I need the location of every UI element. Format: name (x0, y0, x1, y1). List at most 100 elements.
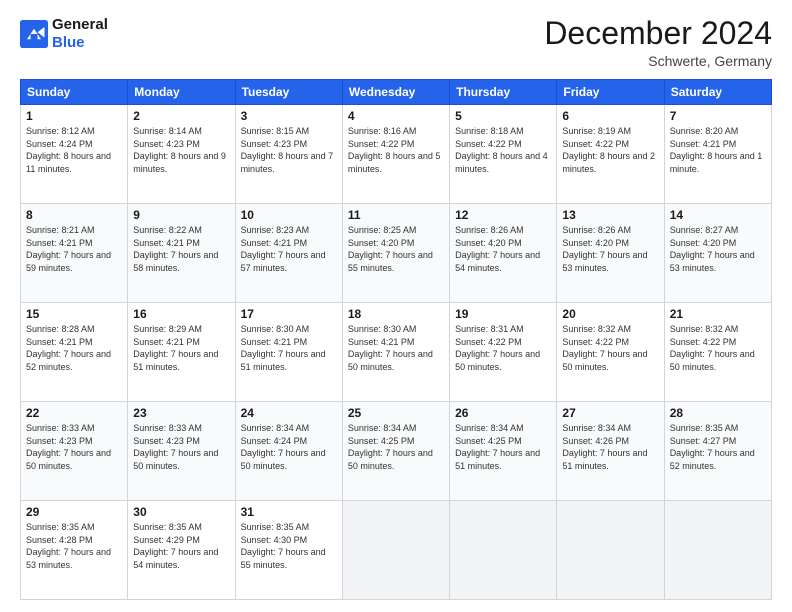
calendar-day-cell: 28 Sunrise: 8:35 AMSunset: 4:27 PMDayligh… (664, 402, 771, 501)
subtitle: Schwerte, Germany (544, 53, 772, 69)
calendar-day-cell: 20 Sunrise: 8:32 AMSunset: 4:22 PMDayligh… (557, 303, 664, 402)
day-number: 7 (670, 109, 766, 123)
title-block: December 2024 Schwerte, Germany (544, 16, 772, 69)
day-info: Sunrise: 8:35 AMSunset: 4:27 PMDaylight:… (670, 422, 766, 472)
day-number: 6 (562, 109, 658, 123)
day-number: 14 (670, 208, 766, 222)
day-number: 19 (455, 307, 551, 321)
main-title: December 2024 (544, 16, 772, 51)
logo-text: General Blue (52, 16, 108, 52)
calendar-day-cell: 15Sunrise: 8:28 AMSunset: 4:21 PMDayligh… (21, 303, 128, 402)
calendar-day-cell: 1Sunrise: 8:12 AMSunset: 4:24 PMDaylight… (21, 105, 128, 204)
day-info: Sunrise: 8:12 AMSunset: 4:24 PMDaylight:… (26, 125, 122, 175)
day-info: Sunrise: 8:34 AMSunset: 4:24 PMDaylight:… (241, 422, 337, 472)
page: General Blue December 2024 Schwerte, Ger… (0, 0, 792, 612)
day-number: 18 (348, 307, 444, 321)
day-number: 26 (455, 406, 551, 420)
calendar-day-cell (664, 501, 771, 600)
day-info: Sunrise: 8:19 AMSunset: 4:22 PMDaylight:… (562, 125, 658, 175)
day-number: 29 (26, 505, 122, 519)
day-number: 2 (133, 109, 229, 123)
day-number: 16 (133, 307, 229, 321)
weekday-header-cell: Thursday (450, 80, 557, 105)
weekday-header-cell: Monday (128, 80, 235, 105)
logo: General Blue (20, 16, 108, 52)
day-info: Sunrise: 8:15 AMSunset: 4:23 PMDaylight:… (241, 125, 337, 175)
day-info: Sunrise: 8:22 AMSunset: 4:21 PMDaylight:… (133, 224, 229, 274)
day-info: Sunrise: 8:34 AMSunset: 4:25 PMDaylight:… (455, 422, 551, 472)
calendar-day-cell: 14 Sunrise: 8:27 AMSunset: 4:20 PMDayligh… (664, 204, 771, 303)
day-info: Sunrise: 8:32 AMSunset: 4:22 PMDaylight:… (670, 323, 766, 373)
day-info: Sunrise: 8:21 AMSunset: 4:21 PMDaylight:… (26, 224, 122, 274)
calendar-week-row: 22Sunrise: 8:33 AMSunset: 4:23 PMDayligh… (21, 402, 772, 501)
day-info: Sunrise: 8:14 AMSunset: 4:23 PMDaylight:… (133, 125, 229, 175)
calendar-day-cell: 30 Sunrise: 8:35 AMSunset: 4:29 PMDayligh… (128, 501, 235, 600)
calendar-day-cell: 27 Sunrise: 8:34 AMSunset: 4:26 PMDayligh… (557, 402, 664, 501)
weekday-header-cell: Saturday (664, 80, 771, 105)
day-number: 5 (455, 109, 551, 123)
day-number: 23 (133, 406, 229, 420)
day-info: Sunrise: 8:35 AMSunset: 4:28 PMDaylight:… (26, 521, 122, 571)
day-info: Sunrise: 8:31 AMSunset: 4:22 PMDaylight:… (455, 323, 551, 373)
day-number: 31 (241, 505, 337, 519)
weekday-header-cell: Wednesday (342, 80, 449, 105)
calendar-day-cell: 2 Sunrise: 8:14 AMSunset: 4:23 PMDaylight… (128, 105, 235, 204)
day-info: Sunrise: 8:35 AMSunset: 4:30 PMDaylight:… (241, 521, 337, 571)
calendar-day-cell: 11Sunrise: 8:25 AMSunset: 4:20 PMDayligh… (342, 204, 449, 303)
calendar-day-cell: 5 Sunrise: 8:18 AMSunset: 4:22 PMDaylight… (450, 105, 557, 204)
logo-icon (20, 20, 48, 48)
day-info: Sunrise: 8:35 AMSunset: 4:29 PMDaylight:… (133, 521, 229, 571)
calendar-week-row: 1Sunrise: 8:12 AMSunset: 4:24 PMDaylight… (21, 105, 772, 204)
day-info: Sunrise: 8:16 AMSunset: 4:22 PMDaylight:… (348, 125, 444, 175)
calendar-week-row: 15Sunrise: 8:28 AMSunset: 4:21 PMDayligh… (21, 303, 772, 402)
day-number: 15 (26, 307, 122, 321)
calendar-day-cell: 17Sunrise: 8:30 AMSunset: 4:21 PMDayligh… (235, 303, 342, 402)
calendar-day-cell: 23Sunrise: 8:33 AMSunset: 4:23 PMDayligh… (128, 402, 235, 501)
day-number: 11 (348, 208, 444, 222)
day-number: 3 (241, 109, 337, 123)
day-number: 30 (133, 505, 229, 519)
day-info: Sunrise: 8:26 AMSunset: 4:20 PMDaylight:… (562, 224, 658, 274)
calendar-day-cell: 29 Sunrise: 8:35 AMSunset: 4:28 PMDayligh… (21, 501, 128, 600)
day-number: 25 (348, 406, 444, 420)
day-info: Sunrise: 8:34 AMSunset: 4:26 PMDaylight:… (562, 422, 658, 472)
day-info: Sunrise: 8:26 AMSunset: 4:20 PMDaylight:… (455, 224, 551, 274)
day-info: Sunrise: 8:32 AMSunset: 4:22 PMDaylight:… (562, 323, 658, 373)
calendar-table: SundayMondayTuesdayWednesdayThursdayFrid… (20, 79, 772, 600)
calendar-day-cell: 31 Sunrise: 8:35 AMSunset: 4:30 PMDayligh… (235, 501, 342, 600)
day-number: 20 (562, 307, 658, 321)
calendar-day-cell (557, 501, 664, 600)
calendar-day-cell: 22Sunrise: 8:33 AMSunset: 4:23 PMDayligh… (21, 402, 128, 501)
day-info: Sunrise: 8:30 AMSunset: 4:21 PMDaylight:… (348, 323, 444, 373)
day-number: 21 (670, 307, 766, 321)
day-info: Sunrise: 8:34 AMSunset: 4:25 PMDaylight:… (348, 422, 444, 472)
calendar-day-cell: 4 Sunrise: 8:16 AMSunset: 4:22 PMDaylight… (342, 105, 449, 204)
calendar-day-cell: 18 Sunrise: 8:30 AMSunset: 4:21 PMDayligh… (342, 303, 449, 402)
calendar-body: 1Sunrise: 8:12 AMSunset: 4:24 PMDaylight… (21, 105, 772, 600)
day-number: 27 (562, 406, 658, 420)
day-number: 28 (670, 406, 766, 420)
weekday-header-cell: Sunday (21, 80, 128, 105)
weekday-header-cell: Friday (557, 80, 664, 105)
calendar-day-cell: 24Sunrise: 8:34 AMSunset: 4:24 PMDayligh… (235, 402, 342, 501)
day-number: 8 (26, 208, 122, 222)
day-info: Sunrise: 8:18 AMSunset: 4:22 PMDaylight:… (455, 125, 551, 175)
calendar-day-cell: 13 Sunrise: 8:26 AMSunset: 4:20 PMDayligh… (557, 204, 664, 303)
calendar-day-cell: 8 Sunrise: 8:21 AMSunset: 4:21 PMDaylight… (21, 204, 128, 303)
day-info: Sunrise: 8:33 AMSunset: 4:23 PMDaylight:… (26, 422, 122, 472)
calendar-week-row: 8 Sunrise: 8:21 AMSunset: 4:21 PMDaylight… (21, 204, 772, 303)
calendar-day-cell: 19 Sunrise: 8:31 AMSunset: 4:22 PMDayligh… (450, 303, 557, 402)
calendar-day-cell (450, 501, 557, 600)
day-info: Sunrise: 8:20 AMSunset: 4:21 PMDaylight:… (670, 125, 766, 175)
day-info: Sunrise: 8:27 AMSunset: 4:20 PMDaylight:… (670, 224, 766, 274)
day-info: Sunrise: 8:29 AMSunset: 4:21 PMDaylight:… (133, 323, 229, 373)
calendar-day-cell: 12Sunrise: 8:26 AMSunset: 4:20 PMDayligh… (450, 204, 557, 303)
calendar-week-row: 29 Sunrise: 8:35 AMSunset: 4:28 PMDayligh… (21, 501, 772, 600)
day-number: 13 (562, 208, 658, 222)
calendar-day-cell: 16 Sunrise: 8:29 AMSunset: 4:21 PMDayligh… (128, 303, 235, 402)
weekday-header-cell: Tuesday (235, 80, 342, 105)
day-number: 4 (348, 109, 444, 123)
calendar-day-cell: 3 Sunrise: 8:15 AMSunset: 4:23 PMDaylight… (235, 105, 342, 204)
header: General Blue December 2024 Schwerte, Ger… (20, 16, 772, 69)
day-number: 17 (241, 307, 337, 321)
